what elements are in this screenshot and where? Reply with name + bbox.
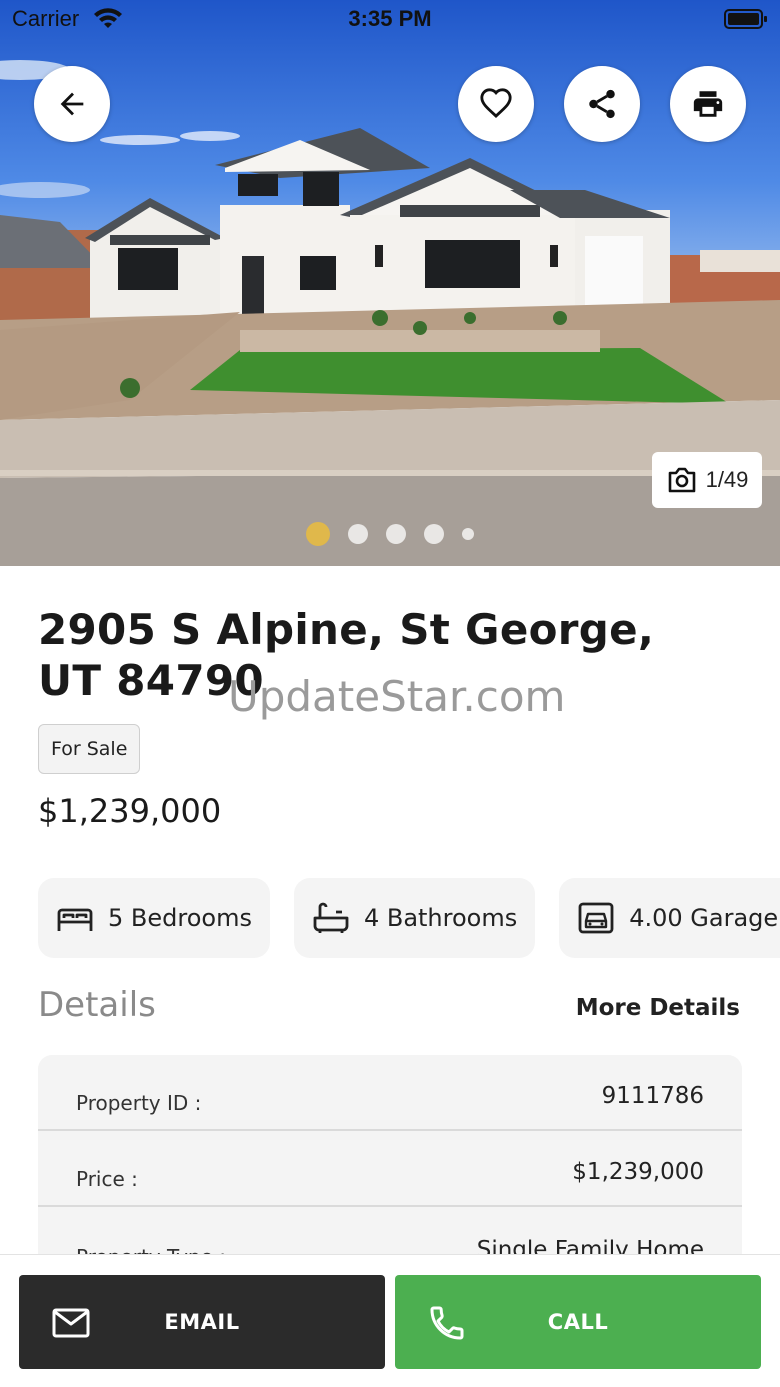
feature-label: 4.00 Garage [629, 904, 779, 932]
feature-label: 4 Bathrooms [363, 904, 518, 932]
heart-icon [480, 88, 512, 118]
detail-row: Price : $1,239,000 [38, 1131, 742, 1207]
carousel-dot[interactable] [348, 524, 368, 544]
contact-action-bar: EMAIL CALL [0, 1254, 780, 1387]
more-details-link[interactable]: More Details [576, 995, 740, 1021]
watermark: UpdateStar.com [228, 672, 566, 721]
photo-counter-label: 1/49 [705, 467, 749, 492]
property-photo-carousel[interactable]: Carrier 3:35 PM 1/49 [0, 0, 780, 566]
feature-bedrooms: 5 Bedrooms [38, 878, 270, 958]
back-button[interactable] [34, 66, 110, 142]
carousel-dots [0, 522, 780, 546]
details-heading: Details [38, 985, 156, 1025]
phone-icon [430, 1306, 464, 1340]
detail-value: $1,239,000 [572, 1159, 704, 1185]
detail-label: Property ID : [76, 1091, 202, 1115]
feature-chips[interactable]: 5 Bedrooms 4 Bathrooms 4.00 Garage [38, 878, 780, 958]
detail-label: Price : [76, 1167, 138, 1191]
battery-icon [724, 9, 767, 29]
feature-bathrooms: 4 Bathrooms [293, 878, 536, 958]
bathtub-icon [313, 902, 349, 933]
carousel-dot[interactable] [306, 522, 330, 546]
share-icon [589, 89, 615, 119]
share-button[interactable] [564, 66, 640, 142]
status-badge: For Sale [38, 724, 141, 774]
carousel-dot[interactable] [386, 524, 406, 544]
feature-garage: 4.00 Garage [559, 878, 780, 958]
favorite-button[interactable] [458, 66, 534, 142]
detail-row: Property ID : 9111786 [38, 1055, 742, 1131]
bed-icon [57, 908, 93, 931]
carousel-dot[interactable] [424, 524, 444, 544]
status-time: 3:35 PM [348, 6, 432, 31]
email-button[interactable]: EMAIL [19, 1275, 385, 1369]
photo-counter[interactable]: 1/49 [652, 452, 762, 508]
print-button[interactable] [670, 66, 746, 142]
camera-icon [668, 467, 695, 493]
arrow-left-icon [60, 92, 84, 116]
printer-icon [693, 91, 723, 117]
listing-price: $1,239,000 [38, 792, 222, 830]
detail-value: 9111786 [601, 1083, 704, 1109]
status-bar: Carrier 3:35 PM [0, 0, 780, 40]
feature-label: 5 Bedrooms [108, 904, 252, 932]
envelope-icon [52, 1308, 90, 1338]
call-button[interactable]: CALL [395, 1275, 761, 1369]
car-icon [578, 902, 614, 934]
carousel-dot[interactable] [462, 528, 474, 540]
